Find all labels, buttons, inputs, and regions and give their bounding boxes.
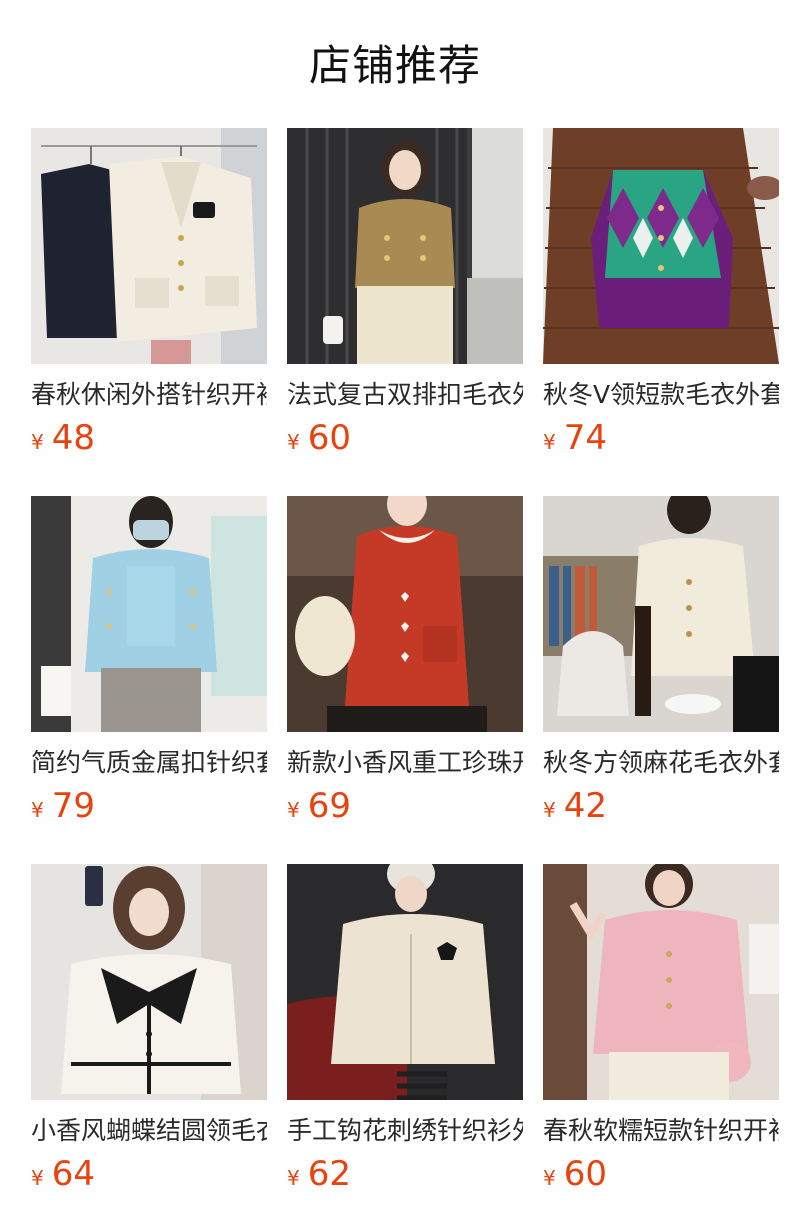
product-name[interactable]: 秋冬V领短款毛衣外套 [543, 378, 779, 412]
currency-symbol: ¥ [31, 430, 44, 454]
currency-symbol: ¥ [543, 1166, 556, 1190]
product-name[interactable]: 秋冬方领麻花毛衣外套 [543, 746, 779, 780]
section-title: 店铺推荐 [308, 41, 481, 90]
product-price: ¥48 [31, 418, 267, 458]
product-image[interactable] [31, 864, 267, 1100]
currency-symbol: ¥ [287, 798, 300, 822]
product-price: ¥60 [287, 418, 523, 458]
product-card[interactable]: 春秋软糯短款针织开衫 ¥60 [543, 864, 779, 1232]
product-image[interactable] [543, 128, 779, 364]
product-image[interactable] [543, 864, 779, 1100]
product-card[interactable]: 手工钩花刺绣针织衫外套 ¥62 [287, 864, 523, 1232]
product-price: ¥69 [287, 786, 523, 826]
product-card[interactable]: 春秋休闲外搭针织开衫 ¥48 [31, 128, 267, 496]
product-price: ¥64 [31, 1154, 267, 1194]
price-value: 69 [307, 786, 351, 826]
product-name[interactable]: 手工钩花刺绣针织衫外套 [287, 1114, 523, 1148]
product-price: ¥79 [31, 786, 267, 826]
product-card[interactable]: 小香风蝴蝶结圆领毛衣 ¥64 [31, 864, 267, 1232]
product-name[interactable]: 春秋软糯短款针织开衫 [543, 1114, 779, 1148]
currency-symbol: ¥ [31, 1166, 44, 1190]
price-value: 42 [563, 786, 607, 826]
currency-symbol: ¥ [287, 1166, 300, 1190]
product-name[interactable]: 简约气质金属扣针织套装 [31, 746, 267, 780]
product-name[interactable]: 法式复古双排扣毛衣外套 [287, 378, 523, 412]
product-image[interactable] [31, 496, 267, 732]
product-card[interactable]: 秋冬方领麻花毛衣外套 ¥42 [543, 496, 779, 864]
product-grid: 春秋休闲外搭针织开衫 ¥48 法式复古双排扣毛衣 ¥ 60 秋冬V领短款毛衣外套… [31, 128, 779, 1232]
price-value: 62 [307, 1154, 351, 1194]
product-card[interactable]: 新款小香风重工珍珠开衫 ¥69 [287, 496, 523, 864]
product-card[interactable]: 法式复古双排扣毛衣外套 ¥60 [287, 128, 523, 496]
product-image[interactable] [31, 128, 267, 364]
product-image[interactable] [287, 496, 523, 732]
product-price: ¥60 [543, 1154, 779, 1194]
price-value: 64 [51, 1154, 95, 1194]
currency-symbol: ¥ [31, 798, 44, 822]
product-price: ¥74 [543, 418, 779, 458]
product-name[interactable]: 春秋休闲外搭针织开衫 [31, 378, 267, 412]
currency-symbol: ¥ [543, 430, 556, 454]
product-image[interactable] [287, 864, 523, 1100]
price-value: 60 [563, 1154, 607, 1194]
product-card[interactable]: 简约气质金属扣针织套装 ¥79 [31, 496, 267, 864]
currency-symbol: ¥ [287, 430, 300, 454]
product-image[interactable] [287, 128, 523, 364]
product-price: ¥62 [287, 1154, 523, 1194]
price-value: 48 [51, 418, 95, 458]
price-value: 79 [51, 786, 95, 826]
product-image[interactable] [543, 496, 779, 732]
product-price: ¥42 [543, 786, 779, 826]
currency-symbol: ¥ [543, 798, 556, 822]
product-name[interactable]: 新款小香风重工珍珠开衫 [287, 746, 523, 780]
price-value: 74 [563, 418, 607, 458]
product-card[interactable]: 秋冬V领短款毛衣外套 ¥74 [543, 128, 779, 496]
product-name[interactable]: 小香风蝴蝶结圆领毛衣 [31, 1114, 267, 1148]
price-value: 60 [307, 418, 351, 458]
